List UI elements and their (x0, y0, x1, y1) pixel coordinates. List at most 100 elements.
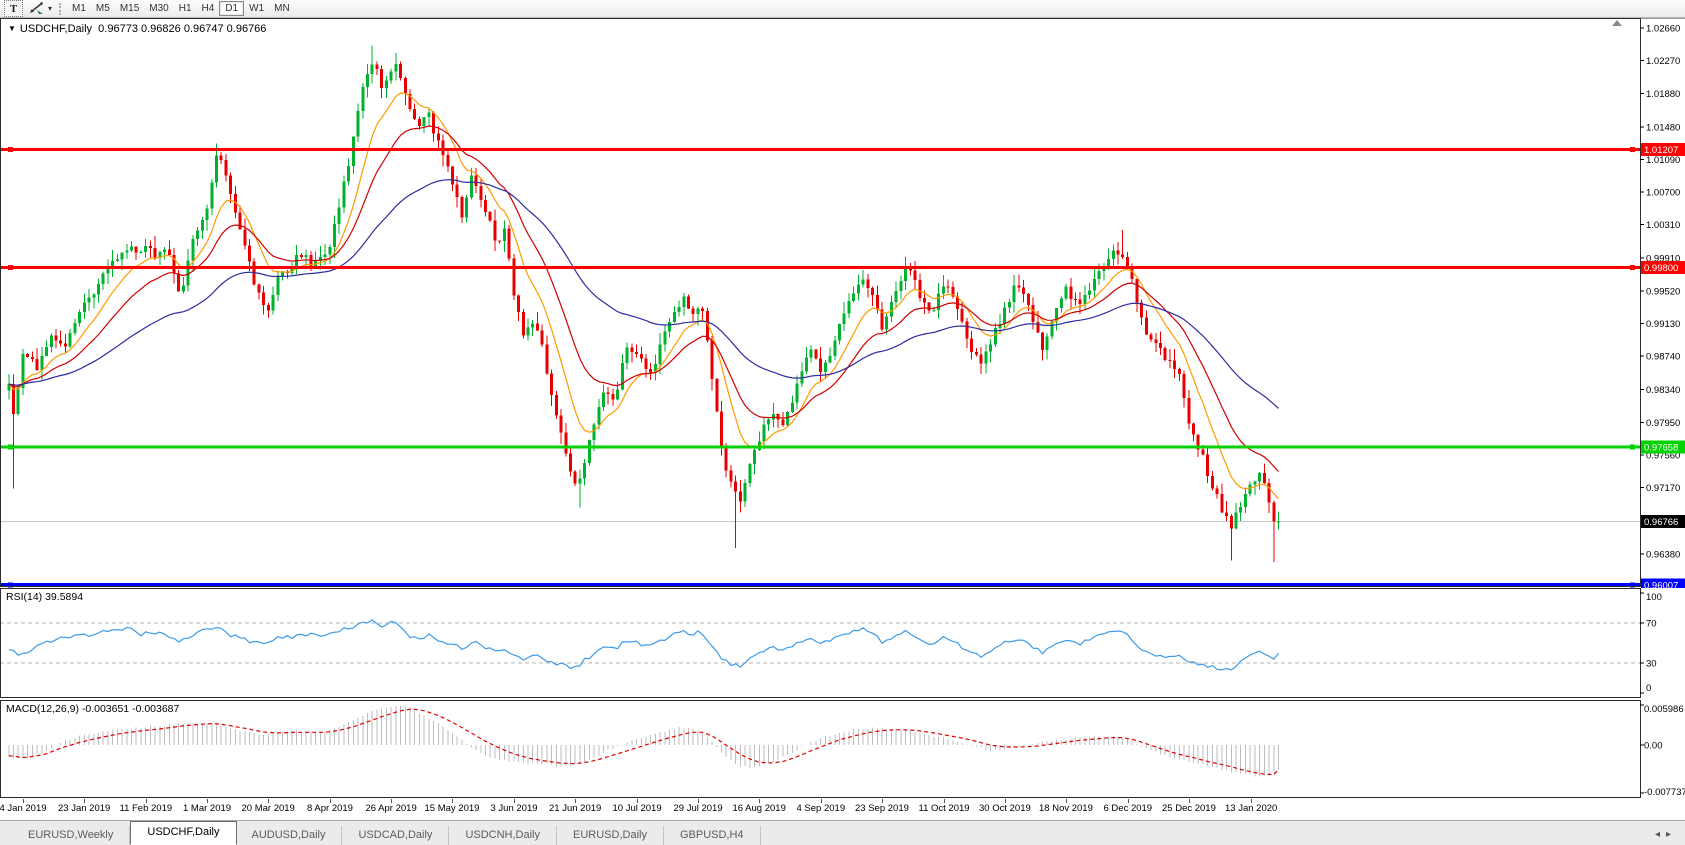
candle (560, 415, 563, 432)
date-label: 23 Sep 2019 (855, 803, 909, 814)
timeframe-button-m5[interactable]: M5 (91, 1, 115, 16)
candle (380, 69, 383, 88)
text-label-tool-button[interactable]: T (4, 0, 23, 17)
candle (26, 354, 29, 357)
candle (899, 281, 902, 291)
candle (1088, 291, 1091, 295)
candle (569, 453, 572, 471)
macd-tick-label: -0.007737 (1644, 787, 1685, 798)
price-tick-label: 1.01880 (1646, 89, 1680, 100)
date-label: 16 Aug 2019 (733, 803, 786, 814)
price-pane[interactable]: 1.026601.022701.018801.014801.010901.007… (0, 18, 1685, 588)
candle (838, 324, 841, 341)
chart-header: ▼USDCHF,Daily 0.96773 0.96826 0.96747 0.… (8, 23, 266, 35)
candle (527, 328, 530, 336)
timeframe-button-h4[interactable]: H4 (197, 1, 220, 16)
candle (645, 358, 648, 369)
chart-tab-gbpusd-h4[interactable]: GBPUSD,H4 (664, 826, 761, 845)
candle (177, 274, 180, 292)
candle (583, 463, 586, 479)
timeframe-button-m30[interactable]: M30 (144, 1, 173, 16)
candle (682, 297, 685, 307)
candle (45, 347, 48, 356)
macd-pane[interactable]: 0.0059860.00-0.007737 (0, 700, 1685, 799)
date-label: 15 May 2019 (425, 803, 480, 814)
candle (805, 357, 808, 371)
line-handle-right[interactable] (1630, 265, 1635, 270)
candle (196, 231, 199, 239)
candle (102, 274, 105, 285)
timeframe-button-h1[interactable]: H1 (174, 1, 197, 16)
candle (1216, 489, 1219, 494)
timeframe-buttons: M1M5M15M30H1H4D1W1MN (67, 1, 295, 16)
candle (512, 258, 515, 295)
chevron-down-icon[interactable]: ▾ (48, 1, 52, 16)
timeframe-button-m15[interactable]: M15 (115, 1, 144, 16)
date-label: 4 Jan 2019 (0, 803, 47, 814)
chart-tab-eurusd-daily[interactable]: EURUSD,Daily (557, 826, 664, 845)
candle (64, 344, 67, 347)
candle (135, 247, 138, 253)
candle (649, 369, 652, 373)
tab-scroll-right-icon[interactable]: ▸ (1666, 829, 1677, 840)
candle (578, 479, 581, 484)
candle (465, 197, 468, 217)
line-handle-left[interactable] (8, 444, 13, 449)
macd-label: MACD(12,26,9) -0.003651 -0.003687 (6, 703, 179, 715)
candle (904, 267, 907, 281)
timeframe-button-mn[interactable]: MN (269, 1, 295, 16)
candle (1117, 251, 1120, 255)
tab-scroll-left-icon[interactable]: ◂ (1655, 829, 1666, 840)
candle (262, 292, 265, 304)
line-handle-left[interactable] (8, 147, 13, 152)
mt4-chart-window: T ▾ M1M5M15M30H1H4D1W1MN ▼USDCHF,Daily 0… (0, 0, 1685, 845)
candle (857, 285, 860, 294)
chart-tab-eurusd-weekly[interactable]: EURUSD,Weekly (12, 826, 130, 845)
date-label: 8 Apr 2019 (307, 803, 353, 814)
candle (1258, 473, 1261, 482)
line-handle-left[interactable] (8, 265, 13, 270)
macd-pane-border (1, 701, 1641, 798)
toolbar-grip[interactable] (59, 3, 61, 15)
candle (168, 249, 171, 255)
candle (272, 295, 275, 310)
candle (1060, 298, 1063, 308)
price-tick-label: 1.02270 (1646, 56, 1680, 67)
candle (942, 287, 945, 294)
rsi-pane[interactable]: 10070300 (0, 588, 1685, 699)
candle (739, 491, 742, 501)
resistance-line-1.01207[interactable] (0, 148, 1640, 151)
collapse-icon[interactable]: ▼ (8, 24, 16, 33)
toolbar: T ▾ M1M5M15M30H1H4D1W1MN (0, 0, 1685, 18)
price-tick-label: 1.00310 (1646, 220, 1680, 231)
candle (597, 407, 600, 425)
candle (852, 294, 855, 301)
chart-tab-usdcad-daily[interactable]: USDCAD,Daily (342, 826, 449, 845)
candle (824, 362, 827, 372)
candle (574, 471, 577, 483)
axis-scroll-marker[interactable] (1612, 20, 1622, 26)
candle (456, 184, 459, 196)
candle (394, 64, 397, 72)
candle (829, 356, 832, 362)
timeframe-button-w1[interactable]: W1 (244, 1, 269, 16)
candle (1187, 398, 1190, 424)
support-line-0.97658[interactable] (0, 445, 1640, 448)
chart-tab-usdchf-daily[interactable]: USDCHF,Daily (130, 821, 236, 845)
candle (220, 155, 223, 160)
candle (88, 297, 91, 302)
line-handle-right[interactable] (1630, 147, 1635, 152)
axis-level-label-text: 0.97658 (1644, 442, 1678, 453)
candle (1150, 335, 1153, 340)
resistance-line-0.99800[interactable] (0, 266, 1640, 269)
chart-tab-usdcnh-daily[interactable]: USDCNH,Daily (449, 826, 557, 845)
tab-scroll-arrows[interactable]: ◂▸ (1655, 829, 1677, 840)
timeframe-button-m1[interactable]: M1 (67, 1, 91, 16)
timeframe-button-d1[interactable]: D1 (219, 1, 244, 16)
line-handle-right[interactable] (1630, 444, 1635, 449)
arrows-tool-icon[interactable] (27, 1, 47, 16)
date-axis[interactable]: 4 Jan 201923 Jan 201911 Feb 20191 Mar 20… (0, 799, 1685, 820)
candle (224, 160, 227, 176)
chart-tab-audusd-daily[interactable]: AUDUSD,Daily (236, 826, 343, 845)
candle (191, 239, 194, 260)
